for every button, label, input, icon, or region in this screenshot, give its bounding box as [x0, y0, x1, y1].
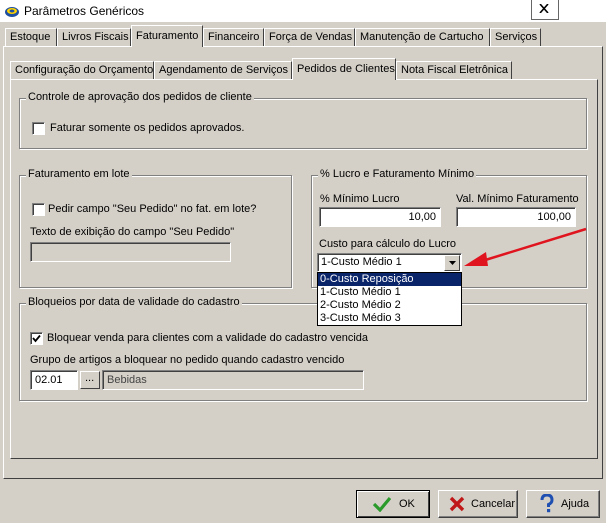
profit-group-title: % Lucro e Faturamento Mínimo: [318, 168, 477, 180]
checkmark-icon: [32, 334, 41, 343]
title-bar: Parâmetros Genéricos: [0, 0, 606, 22]
cancel-x-icon: [449, 496, 465, 512]
help-label: Ajuda: [561, 498, 590, 510]
browse-label: ...: [85, 372, 95, 384]
min-billing-field[interactable]: 100,00: [456, 207, 576, 227]
tab-agendamento-de-servicos[interactable]: Agendamento de Serviços: [154, 61, 292, 80]
dropdown-option[interactable]: 0-Custo Reposição: [318, 273, 461, 286]
dropdown-option[interactable]: 3-Custo Médio 3: [318, 312, 461, 325]
sub-tab-bar: Configuração do Orçamento Agendamento de…: [0, 58, 606, 80]
annotation-arrow-icon: [464, 227, 587, 266]
block-expired-label: Bloquear venda para clientes com a valid…: [47, 332, 369, 344]
window-title: Parâmetros Genéricos: [24, 4, 145, 18]
min-billing-label: Val. Mínimo Faturamento: [456, 193, 579, 205]
tab-financeiro[interactable]: Financeiro: [203, 28, 264, 47]
approved-only-checkbox[interactable]: [32, 122, 45, 135]
article-group-label: Grupo de artigos a bloquear no pedido qu…: [30, 354, 345, 366]
tab-pedidos-de-clientes[interactable]: Pedidos de Clientes: [292, 58, 396, 80]
approved-only-label: Faturar somente os pedidos aprovados.: [50, 122, 245, 134]
ask-seu-pedido-checkbox[interactable]: [32, 203, 45, 216]
help-question-icon: [540, 494, 554, 513]
cost-basis-label: Custo para cálculo do Lucro: [319, 238, 456, 250]
tab-servicos[interactable]: Serviços: [490, 28, 541, 47]
cost-basis-selected-value: 1-Custo Médio 1: [321, 256, 402, 268]
approval-group: Controle de aprovação dos pedidos de cli…: [19, 91, 587, 149]
close-icon: [539, 4, 549, 13]
tab-faturamento[interactable]: Faturamento: [131, 25, 203, 47]
tab-nota-fiscal-eletronica[interactable]: Nota Fiscal Eletrônica: [396, 61, 512, 80]
article-group-browse-button[interactable]: ...: [80, 371, 100, 389]
ask-seu-pedido-label: Pedir campo "Seu Pedido" no fat. em lote…: [48, 203, 257, 215]
tab-livros-fiscais[interactable]: Livros Fiscais: [57, 28, 131, 47]
block-expired-checkbox[interactable]: [30, 332, 43, 345]
check-icon: [373, 496, 391, 512]
app-icon: [5, 7, 19, 17]
cost-basis-dropdown-button[interactable]: [444, 255, 460, 271]
ok-label: OK: [399, 498, 415, 510]
cost-basis-dropdown-list: 0-Custo Reposição 1-Custo Médio 1 2-Cust…: [317, 272, 462, 326]
batch-billing-group-title: Faturamento em lote: [26, 168, 132, 180]
article-group-description-field: Bebidas: [102, 370, 364, 390]
help-button[interactable]: Ajuda: [526, 490, 600, 518]
batch-billing-group: Faturamento em lote Pedir campo "Seu Ped…: [19, 168, 292, 288]
ok-button[interactable]: OK: [356, 490, 430, 518]
close-button[interactable]: [531, 0, 559, 20]
tab-manutencao-de-cartucho[interactable]: Manutenção de Cartucho: [355, 28, 490, 47]
cancel-button[interactable]: Cancelar: [438, 490, 518, 518]
dropdown-option[interactable]: 2-Custo Médio 2: [318, 299, 461, 312]
cost-basis-select[interactable]: 1-Custo Médio 1: [317, 253, 462, 272]
min-profit-label: % Mínimo Lucro: [320, 193, 400, 205]
tab-forca-de-vendas[interactable]: Força de Vendas: [264, 28, 355, 47]
dropdown-option[interactable]: 1-Custo Médio 1: [318, 286, 461, 299]
seu-pedido-text-label: Texto de exibição do campo "Seu Pedido": [30, 226, 235, 238]
approval-group-title: Controle de aprovação dos pedidos de cli…: [26, 91, 254, 103]
cancel-label: Cancelar: [471, 498, 516, 510]
tab-estoque[interactable]: Estoque: [5, 28, 57, 47]
min-profit-field[interactable]: 10,00: [319, 207, 441, 227]
tab-configuracao-do-orcamento[interactable]: Configuração do Orçamento: [10, 61, 154, 80]
article-group-code-field[interactable]: 02.01: [30, 370, 78, 390]
chevron-down-icon: [449, 261, 456, 265]
seu-pedido-text-field[interactable]: [30, 242, 231, 262]
block-group-title: Bloqueios por data de validade do cadast…: [26, 296, 242, 308]
block-group: Bloqueios por data de validade do cadast…: [19, 296, 587, 401]
main-tab-bar: Estoque Livros Fiscais Faturamento Finan…: [0, 25, 606, 47]
